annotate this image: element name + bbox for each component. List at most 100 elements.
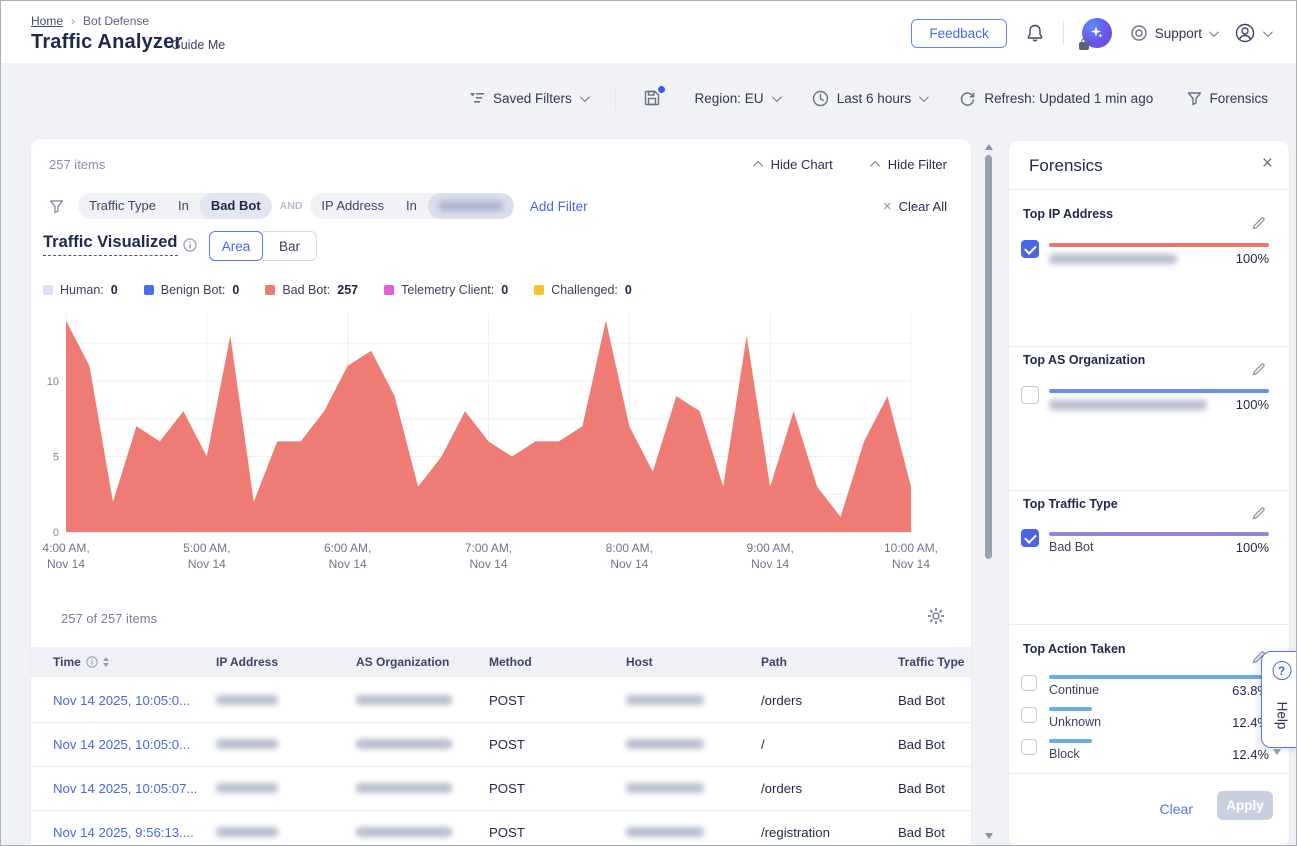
- chip-operator: In: [167, 193, 200, 219]
- breadcrumb-home-link[interactable]: Home: [31, 14, 63, 28]
- column-time[interactable]: Time: [53, 655, 216, 669]
- table-settings-button[interactable]: [927, 607, 945, 625]
- refresh-button[interactable]: Refresh: Updated 1 min ago: [959, 90, 1153, 107]
- feedback-button[interactable]: Feedback: [911, 19, 1006, 48]
- save-filter-button[interactable]: [643, 89, 661, 107]
- cell-path: /: [761, 737, 898, 752]
- table-row[interactable]: Nov 14 2025, 10:05:0... POST / Bad Bot: [31, 723, 971, 767]
- table-header: Time IP Address AS Organization Method H…: [31, 647, 971, 677]
- column-path[interactable]: Path: [761, 655, 898, 669]
- scroll-up-arrow[interactable]: [985, 144, 993, 150]
- cell-method: POST: [489, 825, 626, 840]
- toggle-area-button[interactable]: Area: [209, 231, 263, 261]
- table-row[interactable]: Nov 14 2025, 10:05:07... POST /orders Ba…: [31, 767, 971, 811]
- legend-swatch: [384, 285, 394, 295]
- forensic-bar: [1049, 389, 1269, 393]
- page-title: Traffic Analyzer: [31, 31, 182, 54]
- chevron-down-icon: [1263, 27, 1273, 37]
- refresh-label: Refresh: Updated 1 min ago: [984, 91, 1153, 106]
- saved-filters-icon: [469, 91, 485, 105]
- time-range-dropdown[interactable]: Last 6 hours: [812, 90, 926, 107]
- hide-filter-button[interactable]: Hide Filter: [873, 157, 947, 172]
- saved-filters-dropdown[interactable]: Saved Filters: [469, 91, 587, 106]
- forensics-label: Forensics: [1210, 91, 1269, 106]
- filter-chip-ip-address[interactable]: IP Address In: [310, 193, 513, 219]
- svg-text:Nov 14: Nov 14: [329, 557, 367, 571]
- hide-chart-button[interactable]: Hide Chart: [756, 157, 833, 172]
- table-summary: 257 of 257 items: [61, 611, 157, 626]
- checkbox-top-ip[interactable]: [1021, 240, 1039, 258]
- chip-value-redacted: [428, 193, 514, 219]
- column-ip-address[interactable]: IP Address: [216, 655, 356, 669]
- filter-conjunction: AND: [280, 200, 303, 212]
- forensics-apply-button[interactable]: Apply: [1217, 791, 1273, 820]
- cell-method: POST: [489, 693, 626, 708]
- toggle-bar-button[interactable]: Bar: [263, 231, 317, 261]
- section-scroll-down-icon[interactable]: [1273, 749, 1281, 755]
- app-frame: Home › Bot Defense Traffic Analyzer Guid…: [0, 0, 1297, 846]
- table-row[interactable]: Nov 14 2025, 9:56:13.... POST /registrat…: [31, 811, 971, 846]
- account-menu[interactable]: [1234, 22, 1270, 44]
- info-icon[interactable]: [183, 238, 197, 252]
- checkbox-action-unknown[interactable]: [1021, 707, 1037, 723]
- checkbox-action-continue[interactable]: [1021, 675, 1037, 691]
- bell-icon[interactable]: [1025, 23, 1045, 43]
- forensic-bar: [1049, 532, 1269, 536]
- forensic-bar: [1049, 243, 1269, 247]
- traffic-panel: 257 items Hide Chart Hide Filter Traffic…: [31, 139, 971, 846]
- column-method[interactable]: Method: [489, 655, 626, 669]
- close-icon[interactable]: ×: [1262, 153, 1273, 175]
- legend-swatch: [265, 285, 275, 295]
- redacted-ip: [216, 783, 278, 793]
- svg-text:5:00 AM,: 5:00 AM,: [183, 541, 230, 555]
- chevron-down-icon: [580, 92, 590, 102]
- edit-icon[interactable]: [1251, 215, 1267, 231]
- time-link[interactable]: Nov 14 2025, 9:56:13....: [53, 825, 216, 840]
- column-traffic-type[interactable]: Traffic Type: [898, 655, 971, 669]
- checkbox-top-as-org[interactable]: [1021, 386, 1039, 404]
- clear-all-button[interactable]: × Clear All: [883, 198, 947, 215]
- scroll-down-arrow[interactable]: [985, 833, 993, 839]
- svg-text:10:00 AM,: 10:00 AM,: [884, 541, 938, 555]
- region-dropdown[interactable]: Region: EU: [694, 91, 778, 106]
- svg-text:Nov 14: Nov 14: [188, 557, 226, 571]
- edit-icon[interactable]: [1251, 505, 1267, 521]
- hide-chart-label: Hide Chart: [771, 157, 833, 172]
- support-menu[interactable]: Support: [1130, 24, 1216, 42]
- refresh-icon: [959, 90, 976, 107]
- time-link[interactable]: Nov 14 2025, 10:05:0...: [53, 693, 216, 708]
- cell-method: POST: [489, 737, 626, 752]
- scrollbar-thumb[interactable]: [985, 155, 992, 559]
- redacted-as-org: [356, 827, 452, 837]
- filter-chip-traffic-type[interactable]: Traffic Type In Bad Bot: [78, 193, 272, 219]
- forensic-value: Bad Bot: [1049, 540, 1093, 554]
- forensics-clear-button[interactable]: Clear: [1160, 801, 1193, 817]
- table-row[interactable]: Nov 14 2025, 10:05:0... POST /orders Bad…: [31, 679, 971, 723]
- add-filter-button[interactable]: Add Filter: [530, 199, 588, 214]
- checkbox-top-traffic-type[interactable]: [1021, 529, 1039, 547]
- legend-item-benign-bot: Benign Bot:0: [144, 283, 240, 297]
- help-label: Help: [1274, 702, 1289, 730]
- ai-assistant-icon[interactable]: [1082, 18, 1112, 48]
- vertical-scrollbar[interactable]: [984, 141, 994, 846]
- svg-text:Nov 14: Nov 14: [892, 557, 930, 571]
- time-range-label: Last 6 hours: [837, 91, 911, 106]
- time-link[interactable]: Nov 14 2025, 10:05:07...: [53, 781, 216, 796]
- chip-field: Traffic Type: [78, 193, 167, 219]
- guide-me-link[interactable]: Guide Me: [171, 38, 225, 52]
- legend-item-human: Human:0: [43, 283, 118, 297]
- checkbox-action-block[interactable]: [1021, 739, 1037, 755]
- forensics-toggle[interactable]: Forensics: [1187, 91, 1269, 106]
- svg-text:10: 10: [47, 376, 59, 388]
- help-tab[interactable]: ? Help: [1261, 651, 1297, 748]
- column-as-organization[interactable]: AS Organization: [356, 655, 489, 669]
- edit-icon[interactable]: [1251, 361, 1267, 377]
- info-icon: [86, 656, 98, 668]
- svg-text:Nov 14: Nov 14: [469, 557, 507, 571]
- time-link[interactable]: Nov 14 2025, 10:05:0...: [53, 737, 216, 752]
- chart-type-toggle: Area Bar: [209, 231, 317, 261]
- chart-title[interactable]: Traffic Visualized: [43, 233, 178, 256]
- column-host[interactable]: Host: [626, 655, 761, 669]
- sort-icon[interactable]: [103, 657, 109, 667]
- top-header: Home › Bot Defense Traffic Analyzer Guid…: [1, 1, 1296, 63]
